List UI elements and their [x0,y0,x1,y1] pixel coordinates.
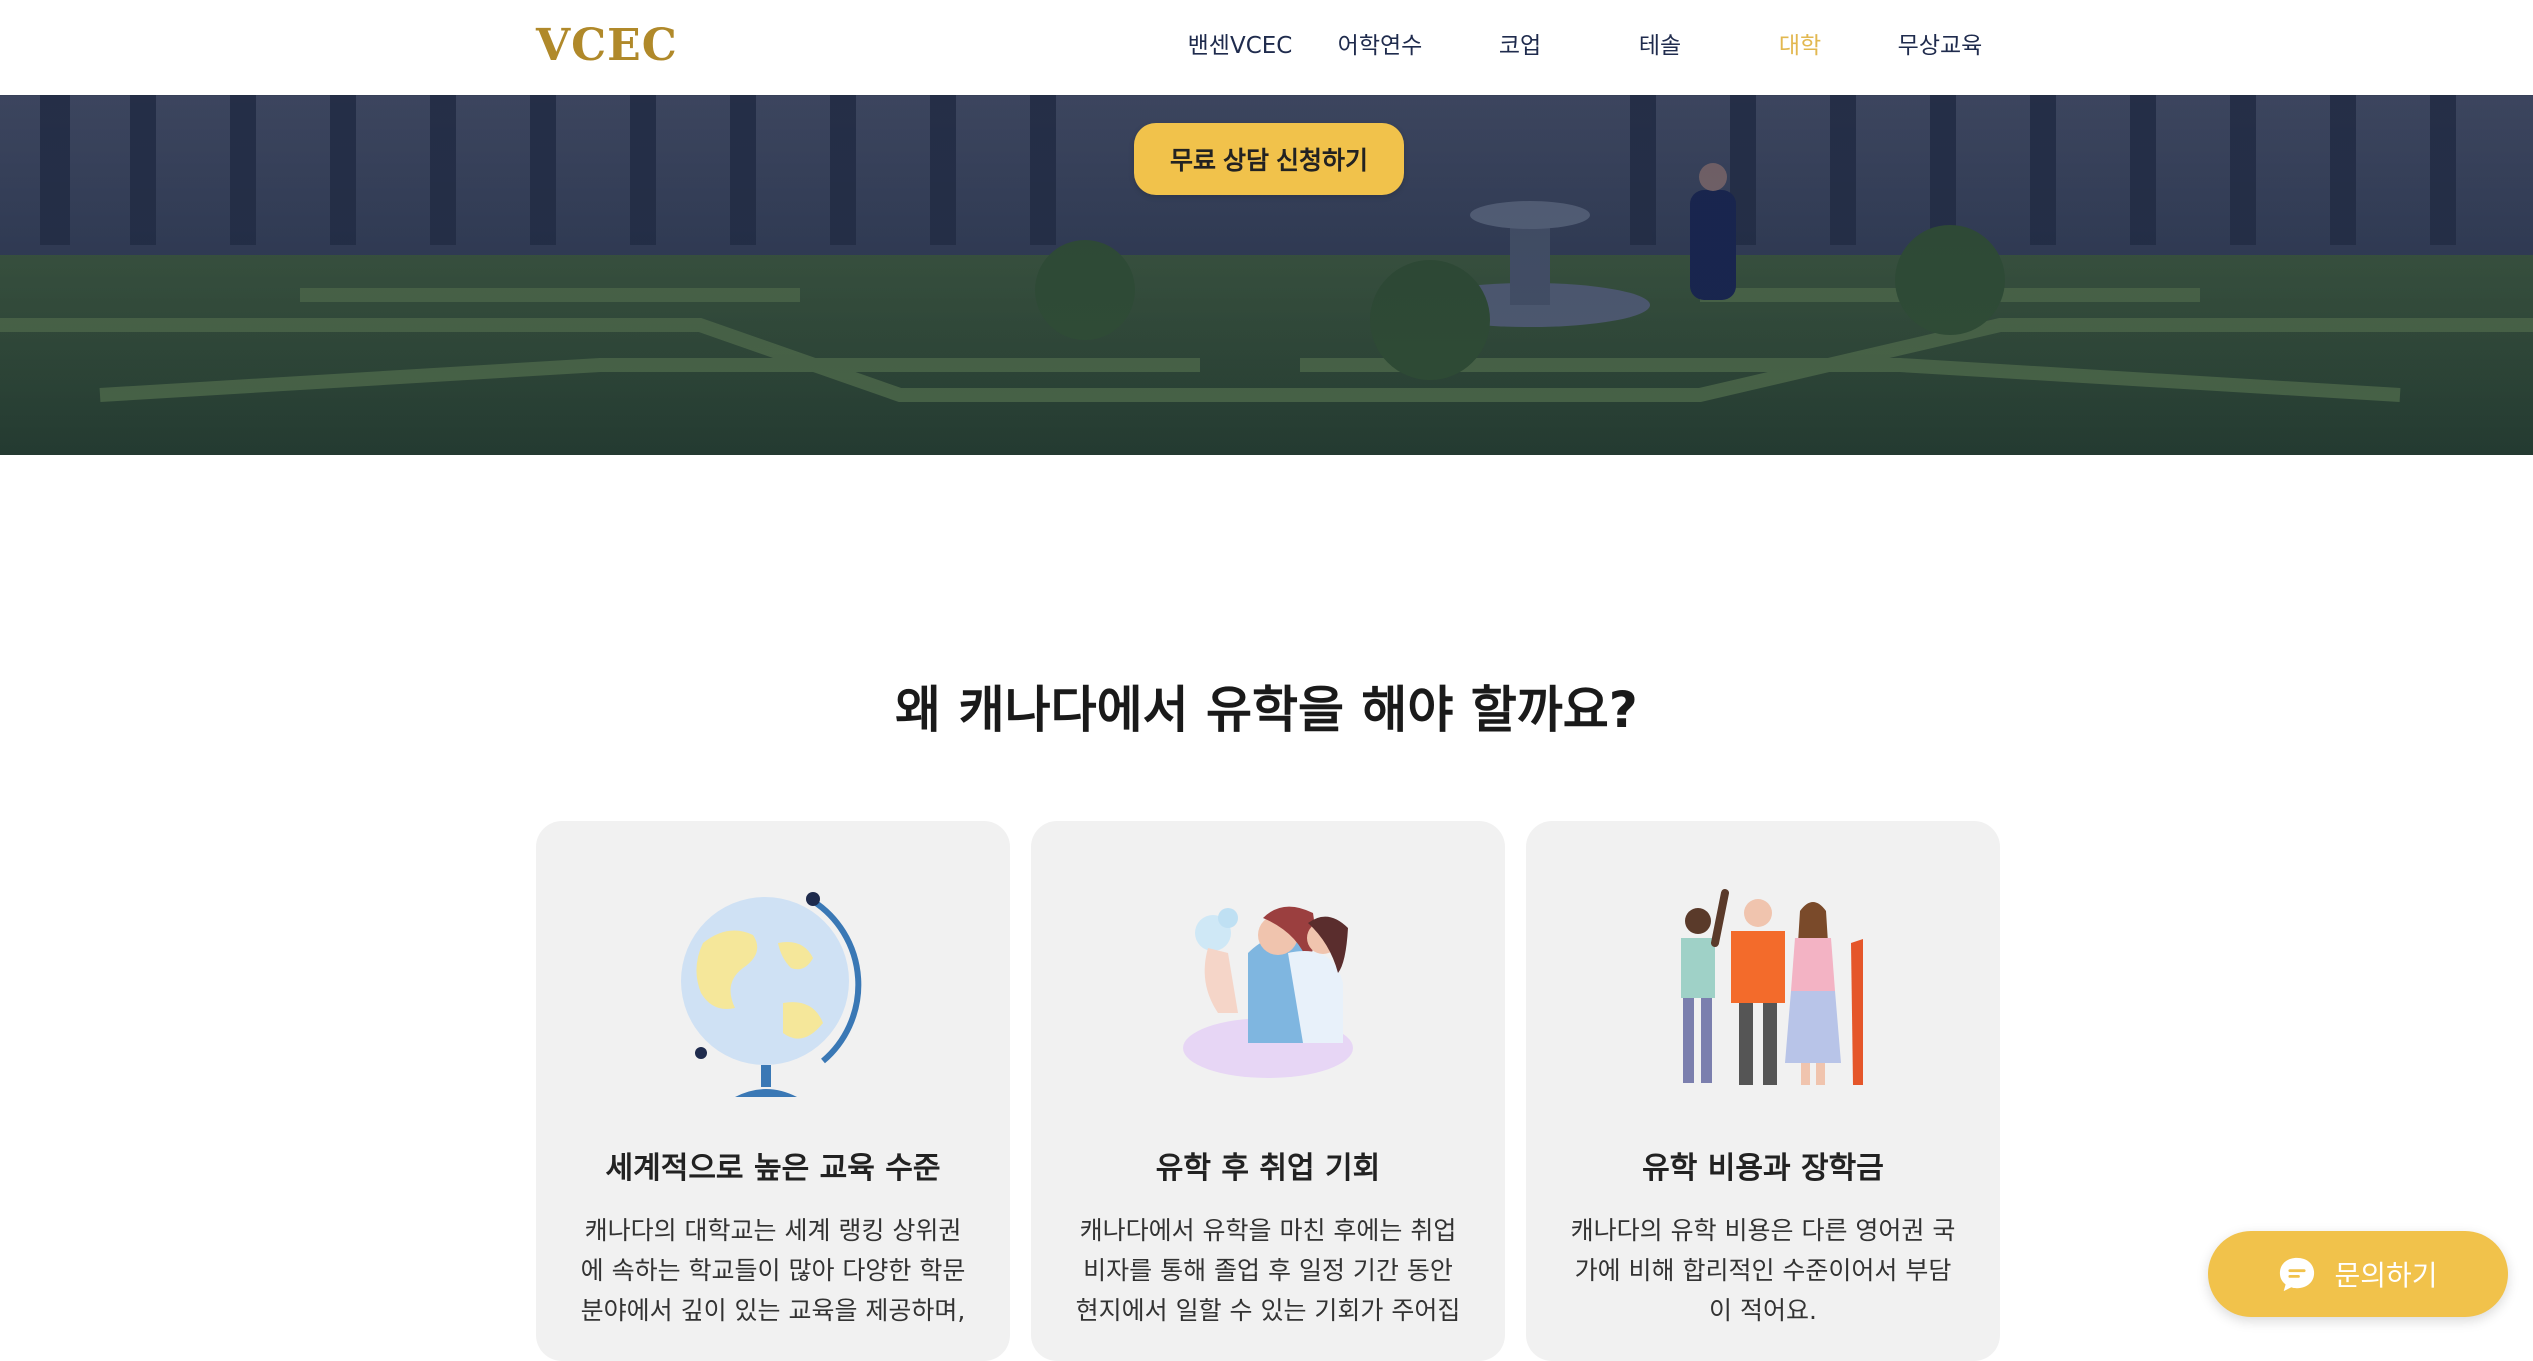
hero-banner: 무료 상담 신청하기 [0,95,2533,455]
nav-item-language-study[interactable]: 어학연수 [1310,30,1450,62]
chat-bubble-icon [2280,1257,2315,1292]
nav-item-free-education[interactable]: 무상교육 [1870,30,2010,62]
site-header: VCEC 밴센VCEC 어학연수 코업 테솔 대학 무상교육 [0,0,2533,95]
card-title: 세계적으로 높은 교육 수준 [605,1151,941,1186]
nav-item-coop[interactable]: 코업 [1450,30,1590,62]
main-nav: 밴센VCEC 어학연수 코업 테솔 대학 무상교육 [1170,30,2010,62]
career-icon [1183,906,1353,1078]
card-title: 유학 후 취업 기회 [1155,1151,1381,1186]
card-body: 캐나다의 유학 비용은 다른 영어권 국가에 비해 합리적인 수준이어서 부담이… [1570,1216,1956,1325]
inquiry-chat-button[interactable]: 문의하기 [2208,1231,2508,1317]
people-icon [1681,889,1863,1085]
chat-label: 문의하기 [2334,1259,2438,1292]
free-consultation-button[interactable]: 무료 상담 신청하기 [1134,123,1404,195]
card-body: 캐나다에서 유학을 마친 후에는 취업 비자를 통해 졸업 후 일정 기간 동안… [1075,1216,1461,1325]
feature-card-cost: 유학 비용과 장학금 캐나다의 유학 비용은 다른 영어권 국가에 비해 합리적… [1526,821,2000,1361]
feature-card-education: 세계적으로 높은 교육 수준 캐나다의 대학교는 세계 랭킹 상위권에 속하는 … [536,821,1010,1361]
feature-card-employment: 유학 후 취업 기회 캐나다에서 유학을 마친 후에는 취업 비자를 통해 졸업… [1031,821,1505,1361]
nav-item-university[interactable]: 대학 [1730,30,1870,62]
nav-item-vcec[interactable]: 밴센VCEC [1170,30,1310,62]
card-body: 캐나다의 대학교는 세계 랭킹 상위권에 속하는 학교들이 많아 다양한 학문 … [580,1216,966,1325]
section-title: 왜 캐나다에서 유학을 해야 할까요? [895,681,1638,739]
globe-icon [681,892,862,1097]
logo[interactable]: VCEC [536,20,678,71]
nav-item-tesol[interactable]: 테솔 [1590,30,1730,62]
card-title: 유학 비용과 장학금 [1642,1151,1884,1186]
